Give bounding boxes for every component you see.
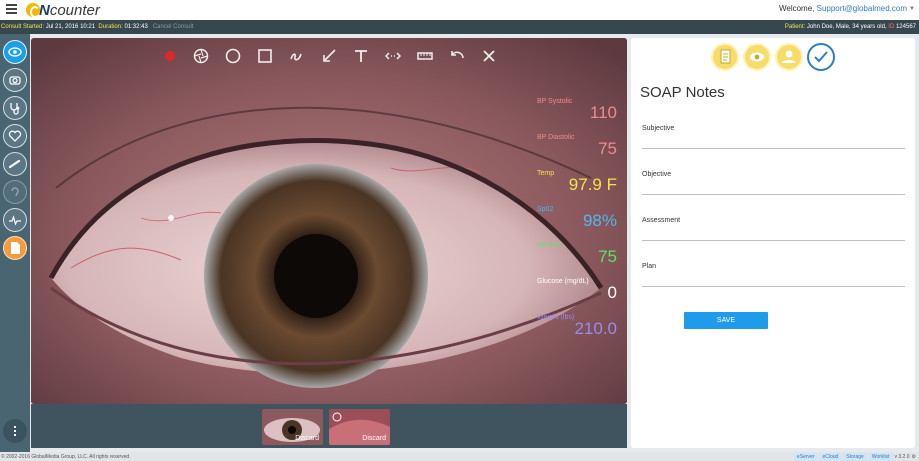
patient-id-value: 124567 <box>895 24 916 30</box>
undo-icon[interactable] <box>449 48 465 64</box>
consult-info-bar: Consult Started: Jul 21, 2016 10:21 Dura… <box>0 20 919 34</box>
patient-icon[interactable] <box>775 43 803 71</box>
vital-glucose-mg-dl: Glucose (mg/dL) 0 <box>537 278 617 302</box>
duration-label: Duration: <box>98 24 123 30</box>
record-icon[interactable] <box>162 48 178 64</box>
vital-temp: Temp 97.9 F <box>537 170 617 194</box>
vital-weight-lbs: Weight (lbs) 210.0 <box>537 314 617 338</box>
thumbnail-eye[interactable]: Discard <box>262 409 323 445</box>
ecloud-link[interactable]: eCloud <box>819 453 842 461</box>
header: N counter Welcome, Support@globalmed.com… <box>0 0 919 20</box>
freehand-icon[interactable] <box>289 48 305 64</box>
vital-value: 97.9 F <box>568 175 617 194</box>
check-icon[interactable] <box>807 43 835 71</box>
patient-value: John Doe, Male, 34 years old, <box>806 24 887 30</box>
soap-title: SOAP Notes <box>640 84 725 101</box>
text-icon[interactable] <box>353 48 369 64</box>
vital-bp-diastolic: BP Diastolic 75 <box>537 134 617 158</box>
heart-icon[interactable] <box>3 124 27 148</box>
annotation-toolbar <box>31 38 627 74</box>
stethoscope-icon[interactable] <box>3 96 27 120</box>
vital-sp02: Sp02 98% <box>537 206 617 230</box>
ekg-icon[interactable] <box>3 208 27 232</box>
notes-icon[interactable] <box>3 236 27 260</box>
vital-value: 0 <box>607 283 617 302</box>
vital-bp-systolic: BP Systolic 110 <box>537 98 617 122</box>
vital-value: 75 <box>598 247 617 266</box>
user-menu[interactable]: Support@globalmed.com <box>817 4 907 13</box>
hamburger-menu-icon[interactable] <box>6 4 17 14</box>
live-video-feed[interactable]: BP Systolic 110 BP Diastolic 75 Temp 97.9 F Sp… <box>31 38 627 404</box>
soap-notes-panel: SOAP Notes Subjective Objective Assessme… <box>631 38 915 448</box>
scope-icon[interactable] <box>3 152 27 176</box>
measure-icon[interactable] <box>385 48 401 64</box>
duration-value: 01:32:43 <box>124 24 148 30</box>
circle-icon[interactable] <box>225 48 241 64</box>
eye-icon[interactable] <box>743 43 771 71</box>
document-icon[interactable] <box>711 43 739 71</box>
vital-value: 75 <box>598 139 617 158</box>
welcome-text: Welcome, Support@globalmed.com <box>779 4 907 13</box>
version-text: v 3.2.0 <box>894 454 910 460</box>
capture-thumbnails: Discard Discard <box>31 404 627 448</box>
logo-n: N <box>39 1 50 19</box>
eserver-link[interactable]: eServer <box>793 453 818 461</box>
close-icon[interactable] <box>481 48 497 64</box>
worklist-link[interactable]: Worklist <box>868 453 893 461</box>
ruler-icon[interactable] <box>417 48 433 64</box>
vital-value: 110 <box>589 103 617 122</box>
plan-label: Plan <box>642 263 657 270</box>
settings-icon[interactable]: ⚙ <box>912 454 916 460</box>
vital-value: 98% <box>582 211 617 230</box>
consult-started-value: Jul 21, 2016 10:21 <box>45 24 96 30</box>
assessment-label: Assessment <box>642 217 681 224</box>
arrow-icon[interactable] <box>321 48 337 64</box>
device-sidebar <box>0 34 30 452</box>
more-options-icon[interactable] <box>3 419 27 443</box>
assessment-field[interactable]: Assessment <box>642 217 905 241</box>
copyright-text: © 2002-2016 GlobalMedia Group, LLC. All … <box>1 454 131 460</box>
discard-button[interactable]: Discard <box>362 435 386 442</box>
vital-label: Glucose (mg/dL) <box>537 278 589 285</box>
objective-field[interactable]: Objective <box>642 171 905 195</box>
thumbnail-eyelid[interactable]: Discard <box>329 409 390 445</box>
welcome-prefix: Welcome, <box>778 4 817 13</box>
footer-links: eServer eCloud Storage Worklist v 3.2.0 … <box>793 453 916 461</box>
patient-id-label: ID <box>888 24 895 30</box>
subjective-label: Subjective <box>642 125 675 132</box>
subjective-field[interactable]: Subjective <box>642 125 905 149</box>
logo-text: counter <box>49 1 100 19</box>
cancel-consult-button[interactable]: Cancel Consult <box>153 24 194 30</box>
plan-field[interactable]: Plan <box>642 263 905 287</box>
objective-label: Objective <box>642 171 672 178</box>
ear-icon[interactable] <box>3 180 27 204</box>
patient-label: Patient: <box>784 24 806 30</box>
vital-value: 210.0 <box>574 319 617 338</box>
square-icon[interactable] <box>257 48 273 64</box>
shutter-icon[interactable] <box>193 48 209 64</box>
otoscope-icon[interactable] <box>3 68 27 92</box>
consult-started-label: Consult Started: <box>1 24 45 30</box>
discard-button[interactable]: Discard <box>295 435 319 442</box>
chevron-down-icon[interactable]: ▼ <box>909 6 915 12</box>
app-root: N counter Welcome, Support@globalmed.com… <box>0 0 919 461</box>
storage-link[interactable]: Storage <box>843 453 867 461</box>
vitals-panel: BP Systolic 110 BP Diastolic 75 Temp 97.9 F Sp… <box>537 98 617 350</box>
eye-camera-icon[interactable] <box>3 40 27 64</box>
vital-hr-m: HR ♥/m 75 <box>537 242 617 266</box>
footer: © 2002-2016 GlobalMedia Group, LLC. All … <box>0 452 919 461</box>
save-button[interactable]: SAVE <box>684 312 768 329</box>
encounter-logo: N counter <box>26 0 100 20</box>
logo-e-mark <box>26 3 40 18</box>
